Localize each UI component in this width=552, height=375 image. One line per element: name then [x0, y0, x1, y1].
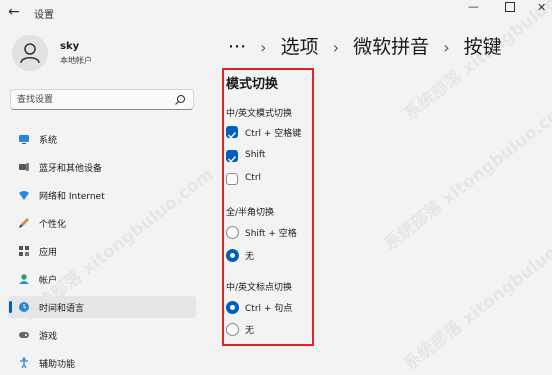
option-label: Ctrl [245, 173, 262, 183]
title-bar: ← 设置 — ✕ [0, 0, 552, 26]
breadcrumb-item-ime[interactable]: 微软拼音 [353, 36, 429, 58]
maximize-icon[interactable] [505, 2, 515, 12]
checkmark-icon [228, 156, 237, 163]
search-input[interactable] [17, 92, 167, 107]
monitor-icon [19, 135, 29, 144]
option-label: Shift + 空格 [245, 229, 297, 239]
chevron-right-icon: › [332, 38, 340, 57]
sidebar-item-label: 系统 [39, 136, 58, 146]
brush-icon [19, 218, 29, 228]
globe-clock-icon [19, 302, 29, 312]
active-indicator [9, 301, 12, 313]
radio-button[interactable] [226, 301, 239, 314]
search-box[interactable] [10, 89, 194, 110]
checkmark-icon [228, 132, 237, 139]
wifi-icon [19, 191, 29, 200]
radio-button[interactable] [226, 249, 239, 262]
back-arrow-icon[interactable]: ← [8, 3, 28, 21]
sidebar-item-label: 应用 [39, 248, 58, 258]
minimize-icon[interactable]: — [468, 0, 479, 13]
sidebar-item-label: 蓝牙和其他设备 [39, 164, 103, 174]
sidebar-item-label: 时间和语言 [39, 304, 85, 314]
breadcrumb-item-options[interactable]: 选项 [281, 36, 319, 58]
sidebar-item-accounts[interactable]: 帐户 [8, 268, 196, 290]
checkbox[interactable] [226, 173, 238, 185]
section-title: 模式切换 [226, 77, 279, 92]
sidebar-item-bluetooth[interactable]: 蓝牙和其他设备 [8, 156, 196, 178]
chevron-right-icon: › [443, 38, 450, 57]
group-label-full-half-width: 全/半角切换 [226, 208, 275, 218]
watermark: 系统部落 xitongbuluo.com [400, 214, 552, 375]
bluetooth-icon [19, 163, 29, 171]
sidebar-item-accessibility[interactable]: 辅助功能 [8, 352, 196, 374]
avatar [12, 35, 48, 71]
sidebar-item-system[interactable]: 系统 [8, 128, 196, 150]
watermark: 系统部落 xitongbuluo.com [380, 94, 552, 255]
person-icon [19, 274, 29, 284]
sidebar-item-time-language[interactable]: 时间和语言 [8, 296, 196, 318]
sidebar-item-gaming[interactable]: 游戏 [8, 324, 196, 346]
account-type: 本地帐户 [60, 56, 92, 65]
sidebar-item-label: 辅助功能 [39, 360, 76, 370]
option-label: 无 [245, 252, 255, 262]
close-icon[interactable]: ✕ [537, 1, 546, 14]
person-icon [20, 43, 40, 64]
sidebar-item-label: 网络和 Internet [39, 192, 105, 202]
radio-button[interactable] [226, 323, 239, 336]
user-name: sky [60, 41, 80, 52]
search-icon[interactable] [174, 94, 186, 106]
page-title: 按键 [463, 36, 502, 58]
gamepad-icon [19, 332, 29, 338]
checkbox[interactable] [226, 150, 238, 163]
accessibility-icon [20, 357, 28, 369]
sidebar-item-label: 帐户 [39, 276, 58, 286]
radio-button[interactable] [226, 226, 239, 239]
sidebar-item-label: 个性化 [39, 220, 67, 230]
option-label: 无 [245, 326, 255, 336]
group-label-cn-en-mode: 中/英文模式切换 [226, 109, 293, 119]
option-label: Shift [245, 150, 266, 160]
sidebar-item-label: 游戏 [39, 332, 58, 342]
chevron-right-icon: › [260, 38, 267, 57]
apps-icon [19, 246, 29, 256]
group-label-punctuation: 中/英文标点切换 [226, 283, 293, 293]
sidebar-item-personalization[interactable]: 个性化 [8, 212, 196, 234]
sidebar-item-apps[interactable]: 应用 [8, 240, 196, 262]
breadcrumb: ··· › 选项 › 微软拼音 › 按键 [228, 32, 510, 59]
sidebar-item-network[interactable]: 网络和 Internet [8, 184, 196, 206]
window-title: 设置 [34, 10, 54, 21]
option-label: Ctrl + 空格键 [245, 129, 302, 139]
breadcrumb-ellipsis[interactable]: ··· [228, 36, 246, 58]
checkbox[interactable] [226, 126, 238, 139]
option-label: Ctrl + 句点 [245, 304, 293, 314]
